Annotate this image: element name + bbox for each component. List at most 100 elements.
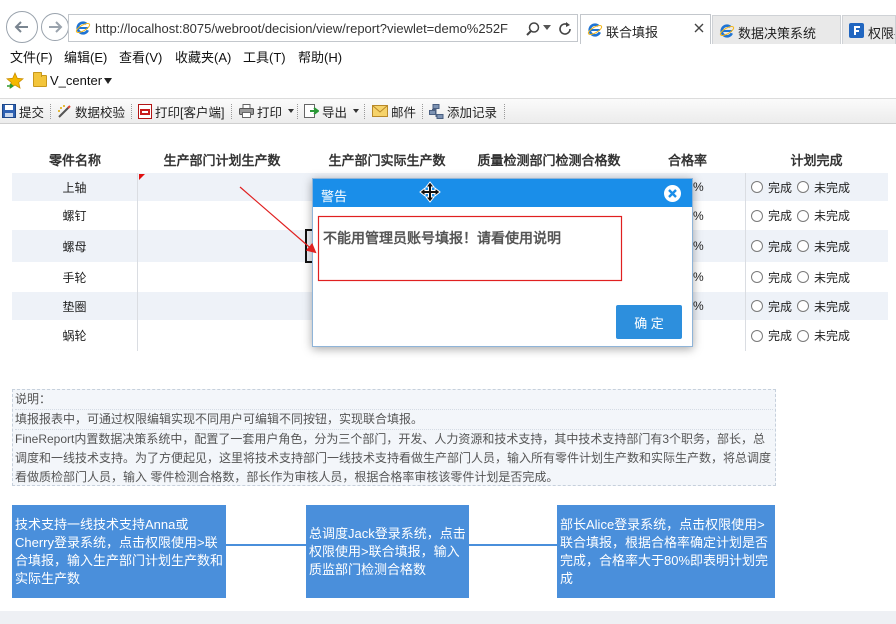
radio-circle-icon (797, 329, 810, 342)
part-name-cell: 螺钉 (12, 201, 138, 230)
cell-marker-icon (139, 174, 145, 180)
instructions-box: 说明： 填报报表中，可通过权限编辑实现不同用户可编辑不同按钮，实现联合填报。 F… (12, 389, 776, 486)
planned-qty-cell[interactable] (138, 262, 306, 292)
menu-tools[interactable]: 工具(T) (243, 47, 286, 66)
mail-button[interactable]: 邮件 (372, 102, 416, 120)
header-qualified-qty: 质量检测部门检测合格数 (477, 152, 621, 168)
radio-label: 未完成 (814, 209, 851, 223)
radio-circle-icon (797, 181, 810, 193)
validate-label: 数据校验 (75, 105, 126, 120)
tab-label: 联合填报 (606, 25, 659, 40)
export-icon (304, 103, 319, 118)
radio-label: 完成 (768, 299, 793, 314)
ie-icon (75, 21, 91, 35)
printer-icon (239, 104, 254, 118)
part-name-cell: 手轮 (12, 262, 138, 292)
ok-button[interactable]: 确 定 (616, 305, 682, 339)
header-part-name: 零件名称 (48, 152, 101, 168)
radio-label: 完成 (768, 180, 793, 195)
header-actual-qty: 生产部门实际生产数 (328, 152, 446, 168)
export-button[interactable]: 导出 (304, 102, 360, 120)
radio-incomplete[interactable]: 未完成 (797, 238, 850, 255)
radio-label: 未完成 (814, 239, 851, 254)
forward-button[interactable] (41, 13, 69, 41)
menu-edit[interactable]: 编辑(E) (64, 47, 107, 66)
submit-button[interactable]: 提交 (2, 102, 44, 120)
close-icon[interactable] (663, 184, 682, 203)
part-name-cell: 上轴 (12, 173, 138, 201)
radio-complete[interactable]: 完成 (751, 238, 792, 255)
radio-incomplete[interactable]: 未完成 (797, 179, 850, 196)
warning-dialog: 警告 不能用管理员账号填报！请看使用说明 确 定 (312, 178, 693, 347)
instructions-line: 填报报表中，可通过权限编辑实现不同用户可编辑不同按钮，实现联合填报。 (15, 410, 773, 430)
radio-incomplete[interactable]: 未完成 (797, 298, 850, 315)
chevron-down-icon (104, 78, 112, 84)
radio-label: 完成 (768, 329, 793, 343)
radio-complete[interactable]: 完成 (751, 207, 792, 224)
radio-incomplete[interactable]: 未完成 (797, 269, 850, 286)
dialog-title-bar[interactable]: 警告 (313, 179, 692, 207)
radio-label: 未完成 (814, 270, 851, 285)
search-icon[interactable] (525, 21, 541, 37)
planned-qty-cell[interactable] (138, 230, 306, 262)
planned-qty-cell[interactable] (138, 292, 306, 320)
add-favorite-star-icon[interactable] (6, 72, 24, 90)
dropdown-arrow-icon (288, 109, 295, 113)
header-planned-qty: 生产部门计划生产数 (163, 152, 281, 168)
radio-complete[interactable]: 完成 (751, 179, 792, 196)
add-record-button[interactable]: 添加记录 (429, 102, 497, 120)
tab-close-icon[interactable] (694, 23, 704, 33)
tab-permission[interactable]: 权限- (842, 15, 896, 44)
address-bar[interactable]: http://localhost:8075/webroot/decision/v… (68, 14, 578, 42)
back-button[interactable] (6, 11, 38, 43)
step-connector (226, 544, 306, 546)
report-toolbar: 提交 数据校验 打印[客户端] 打印 导出 邮件 添加记录 (0, 98, 896, 124)
save-icon (2, 104, 16, 118)
forward-arrow-icon (49, 21, 63, 33)
step-box-review: 部长Alice登录系统，点击权限使用>联合填报，根据合格率确定计划是否完成，合格… (557, 505, 775, 598)
dialog-title: 警告 (321, 189, 348, 204)
header-plan-complete: 计划完成 (790, 152, 843, 168)
validate-icon (58, 104, 71, 118)
part-name-cell: 垫圈 (12, 292, 138, 320)
menu-help[interactable]: 帮助(H) (298, 47, 342, 66)
finereport-icon (849, 23, 864, 38)
radio-circle-icon (797, 271, 810, 283)
refresh-icon[interactable] (557, 21, 573, 37)
planned-qty-cell[interactable] (138, 173, 306, 201)
add-record-label: 添加记录 (447, 105, 498, 120)
client-print-label: 打印[客户端] (155, 105, 225, 120)
radio-label: 未完成 (814, 299, 851, 314)
radio-incomplete[interactable]: 未完成 (797, 327, 850, 344)
header-pass-rate: 合格率 (667, 152, 707, 168)
radio-incomplete[interactable]: 未完成 (797, 207, 850, 224)
url-text[interactable]: http://localhost:8075/webroot/decision/v… (95, 21, 523, 37)
plan-complete-cell: 完成 未完成 (745, 230, 888, 262)
plan-complete-cell: 完成 未完成 (745, 201, 888, 230)
tab-joint-fill[interactable]: 联合填报 (580, 14, 711, 44)
radio-complete[interactable]: 完成 (751, 298, 792, 315)
planned-qty-cell[interactable] (138, 320, 306, 351)
ie-icon (587, 23, 603, 37)
menu-view[interactable]: 查看(V) (119, 47, 162, 66)
plan-complete-cell: 完成 未完成 (745, 262, 888, 292)
plan-complete-cell: 完成 未完成 (745, 173, 888, 201)
client-print-button[interactable]: 打印[客户端] (138, 102, 224, 120)
instructions-heading: 说明： (15, 390, 773, 410)
radio-label: 完成 (768, 239, 793, 254)
radio-label: 未完成 (814, 180, 851, 195)
validate-button[interactable]: 数据校验 (57, 102, 125, 120)
planned-qty-cell[interactable] (138, 201, 306, 230)
back-arrow-icon (14, 21, 28, 33)
step-box-quality: 总调度Jack登录系统，点击权限使用>联合填报，输入质监部门检测合格数 (306, 505, 469, 598)
plan-complete-cell: 完成 未完成 (745, 292, 888, 320)
tab-decision-system[interactable]: 数据决策系统 (712, 15, 841, 44)
menu-favorites[interactable]: 收藏夹(A) (175, 47, 231, 66)
chevron-down-icon[interactable] (543, 25, 551, 31)
part-name-cell: 蜗轮 (12, 320, 138, 351)
pdf-print-icon (138, 103, 152, 119)
menu-file[interactable]: 文件(F) (10, 47, 53, 66)
radio-complete[interactable]: 完成 (751, 327, 792, 344)
radio-complete[interactable]: 完成 (751, 269, 792, 286)
print-button[interactable]: 打印 (239, 102, 295, 120)
